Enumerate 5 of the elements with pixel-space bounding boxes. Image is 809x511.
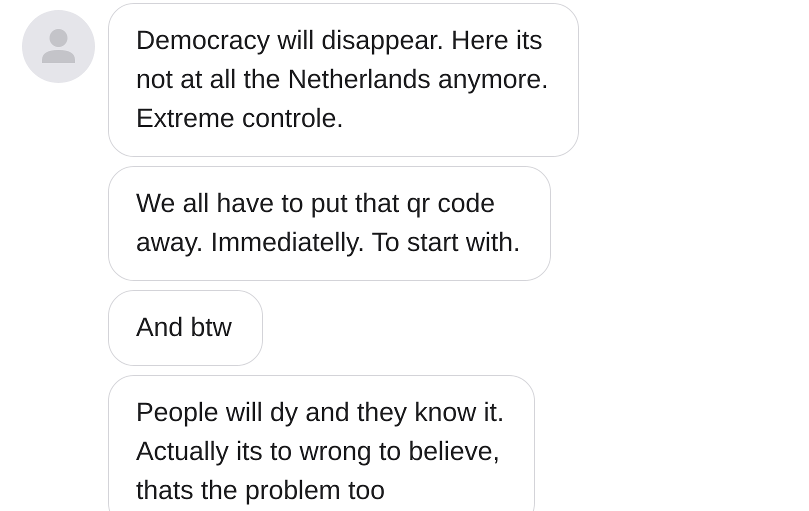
message-bubble: Democracy will disappear. Here its not at all the Netherlands anymore. Extreme controle. xyxy=(108,3,580,157)
message-bubble: People will dy and they know it. Actually its to wrong to believe, thats the problem too xyxy=(108,375,536,511)
avatar-icon xyxy=(22,10,95,83)
message-bubble: And btw xyxy=(108,290,263,366)
message-bubble: We all have to put that qr code away. Immediatelly. To start with. xyxy=(108,166,552,281)
